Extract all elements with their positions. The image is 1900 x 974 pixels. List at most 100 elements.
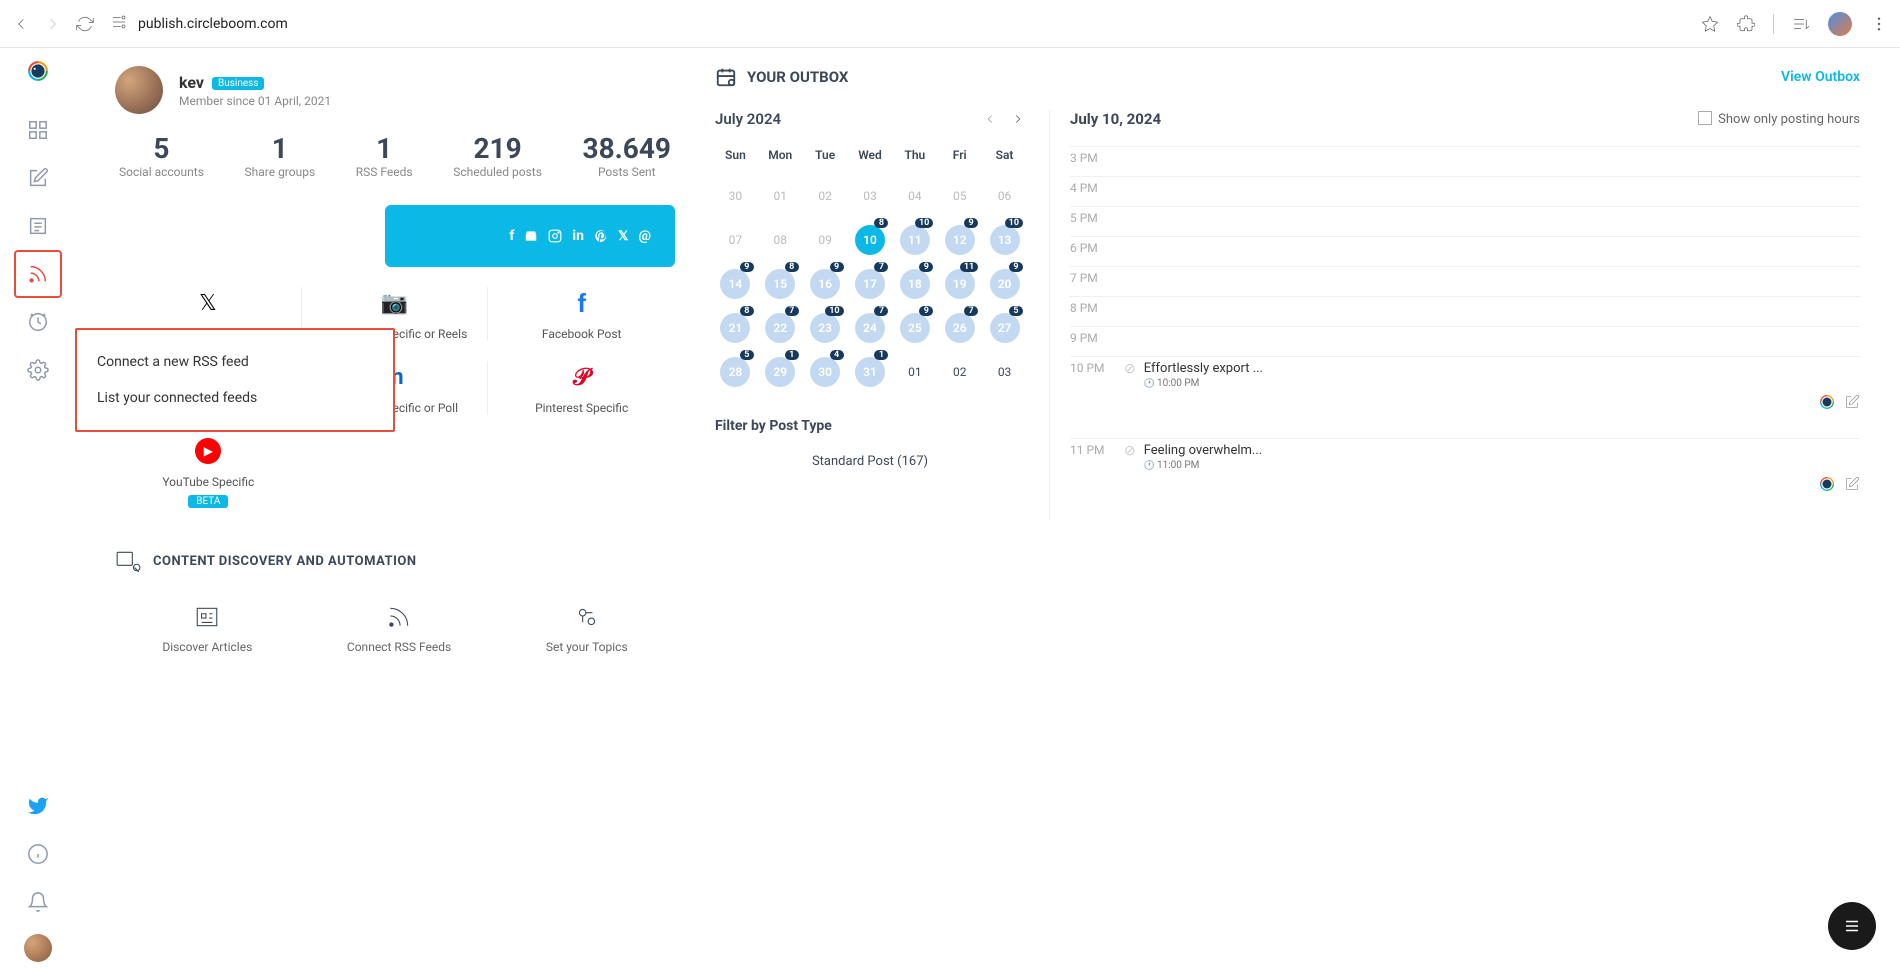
stat-item: 5Social accounts [119,132,204,179]
user-avatar-icon[interactable] [24,934,52,962]
calendar-day[interactable]: 311 [850,354,891,390]
calendar-day[interactable]: 304 [805,354,846,390]
calendar-day[interactable]: 05 [939,178,980,214]
timeline-hour-row: 4 PM [1070,176,1860,206]
fab-menu-button[interactable] [1828,902,1876,950]
post-type-option[interactable]: fFacebook Post [488,287,675,341]
create-post-button[interactable]: f in 𝕏 @ [385,205,675,267]
calendar-day[interactable]: 2310 [805,310,846,346]
calendar-day[interactable]: 177 [850,266,891,302]
edit-icon[interactable] [1844,476,1860,492]
calendar-day[interactable]: 291 [760,354,801,390]
rss-popup: Connect a new RSS feed List your connect… [75,328,395,432]
app-logo[interactable] [27,60,49,86]
calendar-day[interactable]: 03 [984,354,1025,390]
schedule-icon[interactable] [14,298,62,346]
settings-icon[interactable] [14,346,62,394]
calendar-day[interactable]: 149 [715,266,756,302]
pin-icon [594,229,608,243]
calendar-day[interactable]: 04 [894,178,935,214]
timeline-hour-row: 7 PM [1070,266,1860,296]
calendar-day[interactable]: 30 [715,178,756,214]
timeline-hour-row: 8 PM [1070,296,1860,326]
post-type-option[interactable]: ▶YouTube SpecificBETA [115,435,302,508]
star-icon[interactable] [1701,15,1719,33]
address-bar[interactable]: publish.circleboom.com [138,16,288,32]
calendar-day[interactable]: 227 [760,310,801,346]
timeline-hour-row: 11 PM ⊘ Feeling overwhelm... 11:00 PM [1070,438,1860,520]
outbox-event[interactable]: ⊘ Effortlessly export ... 10:00 PM [1124,361,1860,411]
calendar-day[interactable]: 1911 [939,266,980,302]
forward-icon[interactable] [44,15,62,33]
calendar-day[interactable]: 02 [939,354,980,390]
cal-prev-icon[interactable] [983,112,997,126]
stat-item: 38.649Posts Sent [583,132,671,179]
automation-card[interactable]: Discover Articles [162,604,252,654]
calendar-day[interactable]: 1110 [894,222,935,258]
cal-next-icon[interactable] [1011,112,1025,126]
automation-card[interactable]: Connect RSS Feeds [347,604,451,654]
playlist-icon[interactable] [1792,15,1810,33]
calendar-day[interactable]: 1310 [984,222,1025,258]
calendar-day[interactable]: 285 [715,354,756,390]
twitter-icon[interactable] [14,782,62,830]
reload-icon[interactable] [76,15,94,33]
back-icon[interactable] [12,15,30,33]
calendar-day[interactable]: 267 [939,310,980,346]
outbox-event[interactable]: ⊘ Feeling overwhelm... 11:00 PM [1124,443,1860,493]
day-of-week: Thu [894,148,935,170]
calendar-day[interactable]: 129 [939,222,980,258]
filter-standard-post[interactable]: Standard Post (167) [715,454,1025,469]
calendar-day[interactable]: 189 [894,266,935,302]
post-type-option[interactable]: 𝒫Pinterest Specific [488,361,675,415]
member-since: Member since 01 April, 2021 [179,94,331,108]
sidebar [0,48,75,974]
calendar-day[interactable]: 08 [760,222,801,258]
chrome-profile-icon[interactable] [1828,12,1852,36]
compose-icon[interactable] [14,154,62,202]
calendar-day[interactable]: 209 [984,266,1025,302]
calendar-day[interactable]: 158 [760,266,801,302]
news-icon[interactable] [14,202,62,250]
calendar-month: July 2024 [715,110,781,128]
day-of-week: Wed [850,148,891,170]
list-feeds-link[interactable]: List your connected feeds [77,380,393,416]
more-icon[interactable] [1870,15,1888,33]
calendar-day[interactable]: 108 [850,222,891,258]
edit-icon[interactable] [1844,394,1860,410]
calendar-day[interactable]: 06 [984,178,1025,214]
automation-card[interactable]: Set your Topics [546,604,628,654]
site-settings-icon[interactable] [110,13,128,31]
stat-item: 1Share groups [245,132,316,179]
calendar-day[interactable]: 169 [805,266,846,302]
view-outbox-link[interactable]: View Outbox [1781,69,1860,85]
bell-icon[interactable] [14,878,62,926]
app-logo-icon [1818,393,1836,411]
cancel-icon[interactable]: ⊘ [1124,443,1136,459]
gmb-icon [524,229,538,243]
extensions-icon[interactable] [1737,15,1755,33]
calendar-day[interactable]: 02 [805,178,846,214]
outbox-icon [715,66,737,88]
connect-rss-link[interactable]: Connect a new RSS feed [77,344,393,380]
calendar-day[interactable]: 01 [894,354,935,390]
browser-toolbar: publish.circleboom.com [0,0,1900,48]
calendar-day[interactable]: 03 [850,178,891,214]
calendar-day[interactable]: 07 [715,222,756,258]
calendar-day[interactable]: 218 [715,310,756,346]
show-posting-hours-toggle[interactable]: Show only posting hours [1698,111,1860,127]
rss-icon[interactable] [14,250,62,298]
calendar-day[interactable]: 275 [984,310,1025,346]
timeline-hour-row: 3 PM [1070,146,1860,176]
profile-header: kev Business Member since 01 April, 2021 [115,66,675,114]
calendar-day[interactable]: 01 [760,178,801,214]
automation-icon [115,548,141,574]
calendar-day[interactable]: 09 [805,222,846,258]
calendar-day[interactable]: 259 [894,310,935,346]
calendar-day[interactable]: 247 [850,310,891,346]
timeline-date: July 10, 2024 [1070,110,1161,128]
info-icon[interactable] [14,830,62,878]
dashboard-icon[interactable] [14,106,62,154]
cancel-icon[interactable]: ⊘ [1124,361,1136,377]
day-of-week: Sat [984,148,1025,170]
